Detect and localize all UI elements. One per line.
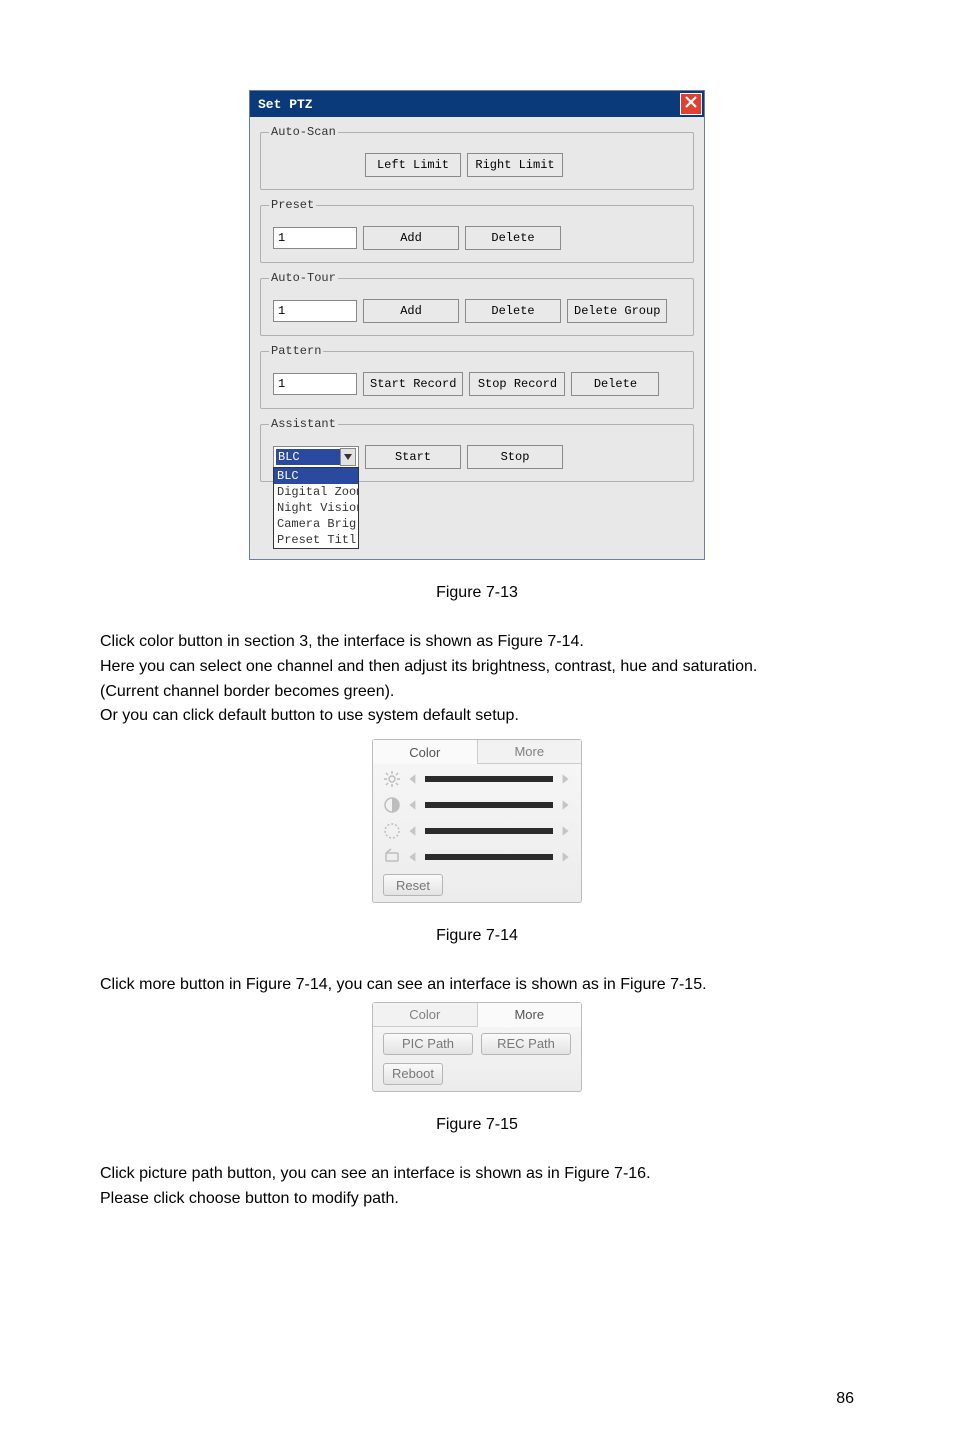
right-limit-button[interactable]: Right Limit <box>467 153 563 177</box>
text-line: Or you can click default button to use s… <box>100 704 854 729</box>
text-line: Click color button in section 3, the int… <box>100 630 854 655</box>
pattern-start-record-button[interactable]: Start Record <box>363 372 463 396</box>
page-number: 86 <box>836 1390 854 1408</box>
set-ptz-dialog: Set PTZ Auto-Scan Left Limit Right Limit… <box>249 90 705 560</box>
left-arrow-icon[interactable] <box>407 851 419 863</box>
paragraph-block-3: Click picture path button, you can see a… <box>100 1162 854 1212</box>
left-arrow-icon[interactable] <box>407 773 419 785</box>
hue-slider[interactable] <box>373 816 581 842</box>
paragraph-block-1: Click color button in section 3, the int… <box>100 630 854 729</box>
figure-7-14-caption: Figure 7-14 <box>100 927 854 945</box>
figure-7-15-caption: Figure 7-15 <box>100 1116 854 1134</box>
pattern-group: Pattern Start Record Stop Record Delete <box>260 344 694 409</box>
auto-tour-delete-button[interactable]: Delete <box>465 299 561 323</box>
more-panel: Color More PIC Path REC Path Reboot <box>372 1002 582 1092</box>
slider-track[interactable] <box>425 802 553 808</box>
auto-scan-legend: Auto-Scan <box>269 125 338 139</box>
assistant-start-button[interactable]: Start <box>365 445 461 469</box>
close-button[interactable] <box>680 93 702 115</box>
saturation-slider[interactable] <box>373 842 581 868</box>
assistant-option-digital-zoom[interactable]: Digital Zoom <box>274 484 358 500</box>
auto-tour-input[interactable] <box>273 300 357 322</box>
pattern-input[interactable] <box>273 373 357 395</box>
preset-add-button[interactable]: Add <box>363 226 459 250</box>
slider-track[interactable] <box>425 776 553 782</box>
figure-7-13-caption: Figure 7-13 <box>100 584 854 602</box>
assistant-group: Assistant BLC BLC Digital Zoom Night Vis… <box>260 417 694 482</box>
preset-input[interactable] <box>273 227 357 249</box>
right-arrow-icon[interactable] <box>559 851 571 863</box>
contrast-icon <box>383 796 401 814</box>
dialog-title: Set PTZ <box>258 97 313 112</box>
tab-more[interactable]: More <box>478 740 582 764</box>
right-arrow-icon[interactable] <box>559 825 571 837</box>
saturation-icon <box>383 848 401 866</box>
text-line: Click picture path button, you can see a… <box>100 1162 854 1187</box>
pattern-stop-record-button[interactable]: Stop Record <box>469 372 565 396</box>
left-arrow-icon[interactable] <box>407 825 419 837</box>
auto-tour-delete-group-button[interactable]: Delete Group <box>567 299 667 323</box>
assistant-option-camera-brightness[interactable]: Camera Brig <box>274 516 358 532</box>
paragraph-block-2: Click more button in Figure 7-14, you ca… <box>100 973 854 998</box>
brightness-icon <box>383 770 401 788</box>
slider-track[interactable] <box>425 828 553 834</box>
auto-tour-legend: Auto-Tour <box>269 271 338 285</box>
preset-legend: Preset <box>269 198 316 212</box>
left-limit-button[interactable]: Left Limit <box>365 153 461 177</box>
reboot-button[interactable]: Reboot <box>383 1063 443 1085</box>
tab-color[interactable]: Color <box>373 740 478 764</box>
assistant-stop-button[interactable]: Stop <box>467 445 563 469</box>
pattern-delete-button[interactable]: Delete <box>571 372 659 396</box>
close-icon <box>685 96 697 112</box>
assistant-legend: Assistant <box>269 417 338 431</box>
auto-tour-group: Auto-Tour Add Delete Delete Group <box>260 271 694 336</box>
assistant-select-list[interactable]: BLC Digital Zoom Night Vision Camera Bri… <box>273 467 359 549</box>
chevron-down-icon <box>340 448 356 466</box>
preset-delete-button[interactable]: Delete <box>465 226 561 250</box>
pic-path-button[interactable]: PIC Path <box>383 1033 473 1055</box>
assistant-option-blc[interactable]: BLC <box>274 468 358 484</box>
right-arrow-icon[interactable] <box>559 773 571 785</box>
rec-path-button[interactable]: REC Path <box>481 1033 571 1055</box>
text-line: Here you can select one channel and then… <box>100 655 854 680</box>
brightness-slider[interactable] <box>373 764 581 790</box>
text-line: Please click choose button to modify pat… <box>100 1187 854 1212</box>
tab-color[interactable]: Color <box>373 1003 478 1027</box>
slider-track[interactable] <box>425 854 553 860</box>
assistant-option-preset-title[interactable]: Preset Titl <box>274 532 358 548</box>
reset-button[interactable]: Reset <box>383 874 443 896</box>
left-arrow-icon[interactable] <box>407 799 419 811</box>
right-arrow-icon[interactable] <box>559 799 571 811</box>
dialog-titlebar: Set PTZ <box>250 91 704 117</box>
hue-icon <box>383 822 401 840</box>
auto-scan-group: Auto-Scan Left Limit Right Limit <box>260 125 694 190</box>
pattern-legend: Pattern <box>269 344 323 358</box>
assistant-select[interactable]: BLC BLC Digital Zoom Night Vision Camera… <box>273 446 359 468</box>
text-line: (Current channel border becomes green). <box>100 680 854 705</box>
tab-more[interactable]: More <box>478 1003 582 1027</box>
assistant-select-value: BLC <box>276 449 340 465</box>
contrast-slider[interactable] <box>373 790 581 816</box>
assistant-option-night-vision[interactable]: Night Vision <box>274 500 358 516</box>
auto-tour-add-button[interactable]: Add <box>363 299 459 323</box>
color-panel: Color More Reset <box>372 739 582 903</box>
preset-group: Preset Add Delete <box>260 198 694 263</box>
text-line: Click more button in Figure 7-14, you ca… <box>100 973 854 998</box>
